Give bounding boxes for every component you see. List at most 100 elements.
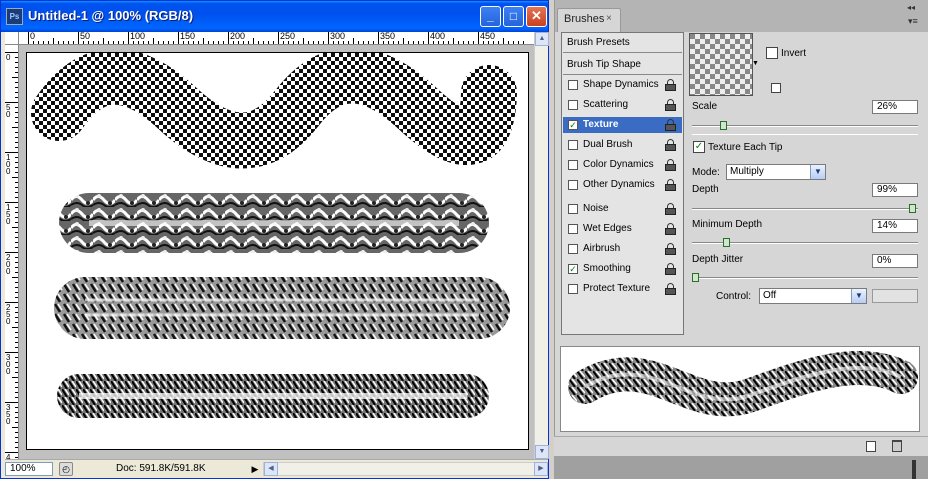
maximize-button[interactable]: □ [503,6,524,27]
lock-icon[interactable] [665,263,676,275]
mode-select[interactable]: Multiply ▼ [726,164,826,180]
ruler-minor-tick [15,397,18,398]
option-checkbox[interactable] [568,204,578,214]
ruler-minor-tick [373,41,374,44]
option-checkbox[interactable]: ✓ [568,120,578,130]
new-pattern-preset-icon[interactable] [771,83,781,93]
lock-icon[interactable] [665,79,676,91]
option-shape-dynamics[interactable]: Shape Dynamics [563,77,682,93]
canvas-area[interactable] [19,45,534,459]
ruler-origin[interactable] [5,32,19,45]
lock-icon[interactable] [665,159,676,171]
depth-jitter-field[interactable]: 0% [872,254,918,268]
vertical-scrollbar[interactable]: ▲ ▼ [534,32,549,459]
brush-presets-item[interactable]: Brush Presets [563,33,682,53]
horizontal-ruler[interactable]: 0 50 100 150 200 250 300 350 400 450 [19,32,534,45]
zoom-field[interactable]: 100% [5,462,53,476]
lock-icon[interactable] [665,119,676,131]
lock-icon[interactable] [665,203,676,215]
lock-icon[interactable] [665,223,676,235]
ruler-minor-tick [383,41,384,44]
option-checkbox[interactable] [568,180,578,190]
trash-icon[interactable] [892,440,902,452]
new-brush-icon[interactable] [866,441,876,452]
minimum-depth-field[interactable]: 14% [872,219,918,233]
option-checkbox[interactable] [568,140,578,150]
option-wet-edges[interactable]: Wet Edges [563,221,682,237]
option-noise[interactable]: Noise [563,201,682,217]
lock-icon[interactable] [665,179,676,191]
ruler-minor-tick [15,217,18,218]
status-menu-arrow-icon[interactable]: ▶ [249,462,261,476]
option-dual-brush[interactable]: Dual Brush [563,137,682,153]
brush-tip-shape-item[interactable]: Brush Tip Shape [563,55,682,75]
option-label: Texture [583,119,619,130]
panel-menu-icon[interactable]: ▾≡ [908,16,918,27]
depth-field[interactable]: 99% [872,183,918,197]
scale-slider-thumb[interactable] [720,121,727,130]
ruler-minor-tick [15,232,18,233]
lock-icon[interactable] [665,139,676,151]
option-scattering[interactable]: Scattering [563,97,682,113]
ruler-minor-tick [15,437,18,438]
control-value: Off [763,290,777,301]
ruler-minor-tick [15,172,18,173]
option-checkbox[interactable] [568,80,578,90]
scroll-right-icon[interactable]: ▶ [534,462,548,476]
invert-checkbox[interactable] [766,47,778,59]
lock-icon[interactable] [665,99,676,111]
ruler-minor-tick [298,41,299,44]
ruler-minor-tick [15,72,18,73]
lock-icon[interactable] [665,243,676,255]
option-protect-texture[interactable]: Protect Texture [563,281,682,297]
depth-slider-thumb[interactable] [909,204,916,213]
scale-field[interactable]: 26% [872,100,918,114]
option-smoothing[interactable]: ✓ Smoothing [563,261,682,277]
status-info-icon[interactable]: ◴ [59,462,73,476]
lock-icon[interactable] [665,283,676,295]
ruler-label: 250 [6,303,11,326]
texture-each-tip-checkbox[interactable]: ✓ [693,141,705,153]
ruler-minor-tick [403,38,404,44]
ruler-minor-tick [15,312,18,313]
option-color-dynamics[interactable]: Color Dynamics [563,157,682,173]
ruler-minor-tick [513,41,514,44]
scroll-down-icon[interactable]: ▼ [535,445,549,459]
close-tab-icon[interactable]: × [606,13,612,24]
document-titlebar[interactable]: Ps Untitled-1 @ 100% (RGB/8) _ □ ✕ [1,1,548,32]
control-select[interactable]: Off ▼ [759,288,867,304]
scroll-left-icon[interactable]: ◀ [264,462,278,476]
ruler-minor-tick [448,41,449,44]
texture-pattern-swatch[interactable] [689,33,753,96]
option-checkbox[interactable] [568,100,578,110]
close-button[interactable]: ✕ [526,6,547,27]
option-checkbox[interactable] [568,160,578,170]
tab-brushes[interactable]: Brushes × [557,8,621,32]
document-canvas[interactable] [26,47,529,450]
horizontal-scrollbar[interactable]: ◀ ▶ [263,462,548,476]
ruler-minor-tick [15,272,18,273]
chevron-down-icon[interactable]: ▼ [810,165,825,179]
depth-jitter-slider-thumb[interactable] [692,273,699,282]
option-checkbox[interactable] [568,244,578,254]
ruler-tick [228,32,229,44]
scroll-up-icon[interactable]: ▲ [535,32,549,46]
collapse-panel-icon[interactable]: ◂◂ [907,3,915,12]
option-other-dynamics[interactable]: Other Dynamics [563,177,682,193]
depth-jitter-slider-track[interactable] [692,277,918,279]
depth-slider-track[interactable] [692,208,918,210]
minimize-button[interactable]: _ [480,6,501,27]
vertical-ruler[interactable]: 0 50 100 150 200 250 300 350 4 [5,45,19,459]
option-checkbox[interactable] [568,224,578,234]
option-label: Airbrush [583,243,621,254]
minimum-depth-slider-thumb[interactable] [723,238,730,247]
chevron-down-icon[interactable]: ▼ [851,289,866,303]
option-texture[interactable]: ✓ Texture [563,117,682,133]
option-airbrush[interactable]: Airbrush [563,241,682,257]
ruler-minor-tick [93,41,94,44]
pattern-picker-arrow-icon[interactable]: ▼ [752,60,759,67]
option-checkbox[interactable]: ✓ [568,264,578,274]
ruler-minor-tick [483,41,484,44]
option-checkbox[interactable] [568,284,578,294]
ruler-minor-tick [15,432,18,433]
